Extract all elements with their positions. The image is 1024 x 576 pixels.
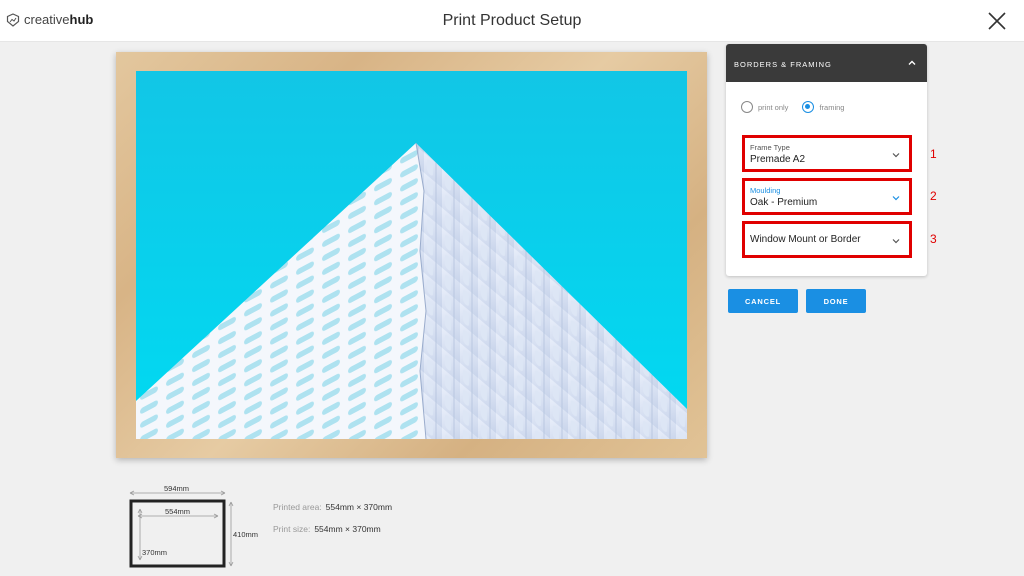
chevron-down-icon <box>892 196 900 201</box>
moulding-select[interactable]: Moulding Oak - Premium <box>742 178 912 215</box>
frame-type-label: Frame Type <box>750 143 790 152</box>
frame-type-select[interactable]: Frame Type Premade A2 <box>742 135 912 172</box>
done-button[interactable]: DONE <box>806 289 866 313</box>
frame-preview <box>116 52 707 458</box>
top-bar: creativehub Print Product Setup <box>0 0 1024 42</box>
chevron-up-icon <box>908 60 916 65</box>
window-mount-value: Window Mount or Border <box>750 234 861 245</box>
dimensions-drawing <box>129 490 234 568</box>
moulding-label: Moulding <box>750 186 781 195</box>
chevron-down-icon <box>892 153 900 158</box>
annotation-number-1: 1 <box>930 147 937 161</box>
cancel-button[interactable]: CANCEL <box>728 289 798 313</box>
print-option-group: print only framing <box>741 101 844 113</box>
chevron-down-icon <box>892 239 900 244</box>
panel-header[interactable]: BORDERS & FRAMING <box>726 44 927 82</box>
radio-print-only-label: print only <box>758 102 789 112</box>
close-icon <box>988 12 1006 30</box>
dimensions-diagram: 594mm 554mm 370mm 410mm <box>120 482 270 572</box>
moulding-value: Oak - Premium <box>750 197 818 208</box>
inner-width-label: 554mm <box>165 507 191 516</box>
outer-width-label: 594mm <box>164 484 190 493</box>
radio-print-only-indicator <box>741 101 753 113</box>
print-size-info: Print size: 554mm × 370mm <box>273 524 381 534</box>
printed-area-value: 554mm × 370mm <box>325 502 393 512</box>
annotation-number-3: 3 <box>930 232 937 246</box>
window-mount-select[interactable]: Window Mount or Border <box>742 221 912 258</box>
printed-area-label: Printed area: <box>273 502 322 512</box>
page-title: Print Product Setup <box>442 12 582 29</box>
annotation-number-2: 2 <box>930 189 937 203</box>
radio-print-only[interactable]: print only <box>741 101 788 113</box>
close-button[interactable] <box>985 9 1009 33</box>
radio-framing[interactable]: framing <box>802 101 844 113</box>
print-size-label: Print size: <box>273 524 311 534</box>
panel-title: BORDERS & FRAMING <box>734 60 832 69</box>
frame-type-value: Premade A2 <box>750 154 806 165</box>
radio-framing-label: framing <box>819 102 845 112</box>
outer-height-label: 410mm <box>233 530 259 539</box>
printed-area-info: Printed area: 554mm × 370mm <box>273 502 392 512</box>
inner-height-label: 370mm <box>142 548 168 557</box>
radio-framing-indicator <box>802 101 815 113</box>
print-size-value: 554mm × 370mm <box>314 524 381 534</box>
artwork-image <box>136 71 687 439</box>
